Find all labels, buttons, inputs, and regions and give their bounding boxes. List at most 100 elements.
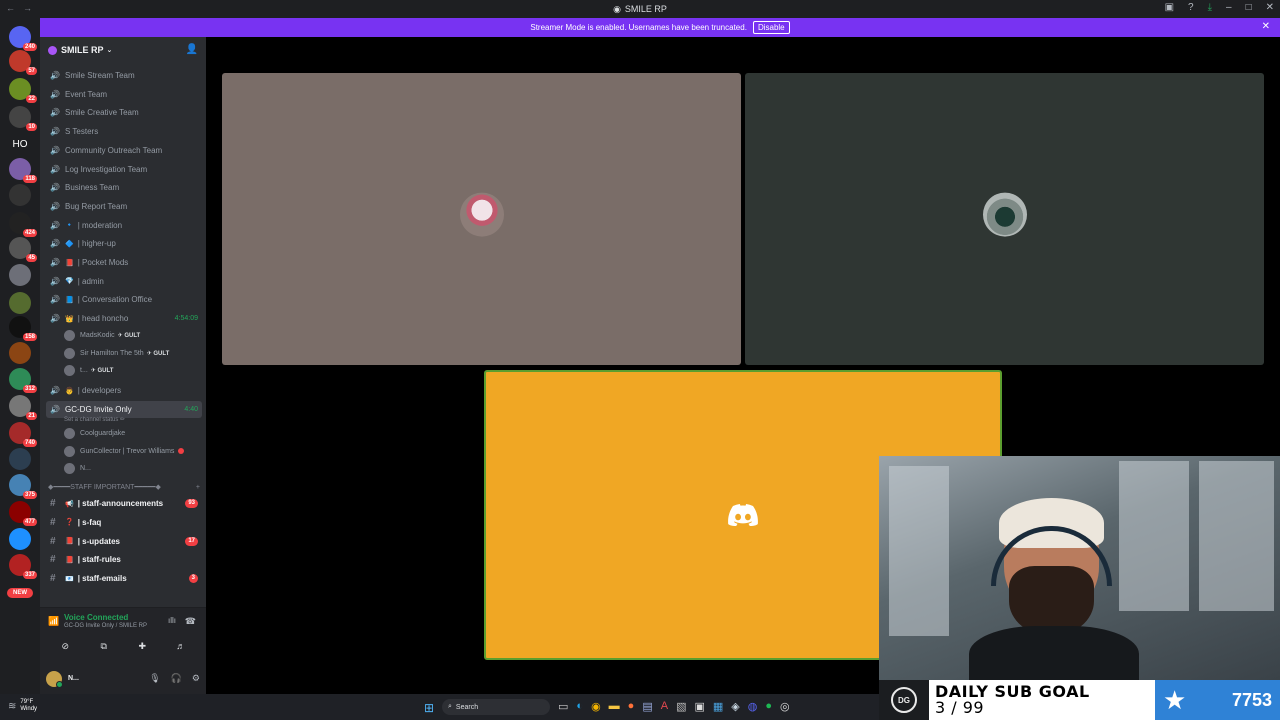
server-icon[interactable]: 240 — [9, 26, 37, 51]
server-icon[interactable]: 337 — [9, 554, 37, 579]
headphones-icon[interactable]: 🎧 — [171, 673, 182, 684]
voice-channel[interactable]: 🔊 🔷 | higher-up — [46, 235, 202, 252]
user-avatar[interactable] — [46, 670, 63, 688]
user-info[interactable]: N... — [68, 675, 79, 682]
voice-member[interactable]: N... — [64, 461, 204, 477]
settings-gear-icon[interactable]: ⚙ — [192, 673, 200, 684]
live-indicator-icon — [178, 448, 185, 455]
voice-channel[interactable]: 🔊 S Testers — [46, 123, 202, 140]
taskbar-search[interactable]: ⌕ Search — [442, 699, 550, 715]
voice-channel[interactable]: 🔊 🔹 | moderation — [46, 217, 202, 234]
windows-taskbar: ≋ 79°F Windy ⊞ ⌕ Search ▭ ◐ ◉ ▬ ● ▤ A ▧ … — [0, 694, 879, 720]
inbox-icon[interactable]: ▣ — [1165, 2, 1174, 13]
server-icon[interactable]: 424 — [9, 212, 37, 237]
firefox-icon[interactable]: ● — [628, 700, 635, 713]
server-icon[interactable]: 45 — [9, 237, 37, 262]
video-tile-1[interactable] — [222, 73, 741, 365]
file-explorer-icon[interactable]: ▬ — [609, 700, 620, 713]
discord-taskbar-icon[interactable]: ◍ — [748, 700, 758, 713]
server-icon[interactable]: 375 — [9, 474, 37, 499]
voice-channel[interactable]: 🔊 💎 | admin — [46, 273, 202, 290]
activities-icon[interactable]: ✚ — [124, 638, 160, 654]
edge-icon[interactable]: ◐ — [576, 700, 583, 713]
chrome-icon[interactable]: ◉ — [591, 700, 601, 713]
task-view-icon[interactable]: ▭ — [558, 700, 568, 713]
voice-member[interactable]: Sir Hamilton The 5th ✈ GULT — [64, 345, 204, 361]
add-channel-icon[interactable]: + — [196, 484, 200, 491]
server-icon[interactable]: 158 — [9, 316, 37, 341]
disconnect-icon[interactable]: ☎ — [185, 616, 196, 627]
back-arrow-icon[interactable]: ← — [6, 3, 15, 13]
voice-member[interactable]: t... ✈ GULT — [64, 363, 204, 379]
voice-channel-path[interactable]: GC-DG Invite Only / SMILE RP — [64, 623, 147, 629]
voice-channel[interactable]: 🔊 📕 | Pocket Mods — [46, 254, 202, 271]
disable-streamer-mode-button[interactable]: Disable — [752, 21, 790, 34]
server-icon-ho[interactable]: HO — [9, 133, 31, 155]
server-icon[interactable]: 477 — [9, 501, 37, 526]
server-header[interactable]: SMILE RP ⌄ 👤 — [40, 37, 206, 63]
text-channel[interactable]: # 📢 | staff-announcements 93 — [46, 495, 202, 512]
app-icon[interactable]: ▧ — [676, 700, 686, 713]
help-icon[interactable]: ? — [1188, 2, 1194, 13]
server-icon[interactable]: 21 — [9, 395, 37, 420]
microphone-icon[interactable]: 🎙 — [149, 673, 160, 684]
server-icon[interactable] — [9, 184, 31, 206]
voice-channel[interactable]: 🔊 Log Investigation Team — [46, 161, 202, 178]
close-banner-icon[interactable]: ✕ — [1262, 21, 1270, 32]
voice-member[interactable]: Coolguardjake — [64, 426, 204, 442]
text-channel[interactable]: # 📕 | s-updates 17 — [46, 533, 202, 550]
screen-share-icon[interactable]: ⧉ — [86, 638, 122, 654]
server-icon[interactable] — [9, 342, 31, 364]
download-icon[interactable]: ⤓ — [1208, 2, 1212, 13]
signal-icon[interactable]: 📶 — [48, 616, 59, 627]
voice-channel[interactable]: 🔊 Event Team — [46, 86, 202, 103]
spotify-icon[interactable]: ● — [765, 700, 772, 713]
voice-channel[interactable]: 🔊 Community Outreach Team — [46, 142, 202, 159]
text-channel[interactable]: # 📧 | staff-emails 3 — [46, 570, 202, 587]
channel-status[interactable]: Set a channel status ✏ — [64, 416, 125, 423]
forward-arrow-icon[interactable]: → — [23, 3, 32, 13]
server-icon[interactable] — [9, 528, 31, 550]
server-icon[interactable] — [9, 448, 31, 470]
server-icon[interactable]: 740 — [9, 422, 37, 447]
soundboard-icon[interactable]: ♬ — [163, 638, 199, 654]
close-window-icon[interactable]: ✕ — [1266, 2, 1274, 13]
photos-icon[interactable]: ▦ — [713, 700, 723, 713]
server-icon[interactable]: 22 — [9, 78, 37, 103]
camera-off-icon[interactable]: ⊘ — [47, 638, 83, 654]
obs-icon[interactable]: ◎ — [780, 700, 790, 713]
terminal-icon[interactable]: ▣ — [694, 700, 704, 713]
voice-channel[interactable]: 🔊 📘 | Conversation Office — [46, 291, 202, 308]
server-icon[interactable]: 57 — [9, 50, 37, 75]
server-icon[interactable]: 10 — [9, 106, 37, 131]
server-icon[interactable]: 118 — [9, 158, 37, 183]
noise-suppression-icon[interactable]: ıllı — [168, 616, 176, 625]
text-channel[interactable]: # ❓ | s-faq — [46, 514, 202, 531]
channel-name: Smile Creative Team — [65, 108, 139, 118]
server-icon[interactable]: 312 — [9, 368, 37, 393]
text-channel[interactable]: # 📕 | staff-rules — [46, 551, 202, 568]
category-staff-important[interactable]: ◆━━━━ STAFF IMPORTANT ━━━━━◆ + — [48, 483, 204, 492]
voice-channel[interactable]: 🔊 👨 | developers — [46, 382, 202, 399]
adobe-icon[interactable]: A — [661, 700, 668, 713]
voice-channel[interactable]: 🔊 Smile Stream Team — [46, 67, 202, 84]
voice-channel[interactable]: 🔊 Bug Report Team — [46, 198, 202, 215]
voice-member[interactable]: MadsKodic ✈ GULT — [64, 328, 204, 344]
mention-badge: 477 — [22, 518, 37, 526]
notepad-icon[interactable]: ▤ — [642, 700, 652, 713]
weather-widget[interactable]: ≋ 79°F Windy — [8, 699, 37, 713]
maximize-icon[interactable]: □ — [1246, 2, 1252, 13]
voice-channel[interactable]: 🔊 Business Team — [46, 179, 202, 196]
voice-channel[interactable]: 🔊 Smile Creative Team — [46, 104, 202, 121]
new-server-badge[interactable]: NEW — [7, 588, 33, 598]
speaker-icon: 🔊 — [50, 386, 60, 396]
voice-member[interactable]: GunCollector | Trevor Williams — [64, 443, 204, 459]
video-tile-2[interactable] — [745, 73, 1264, 365]
server-icon[interactable] — [9, 264, 31, 286]
server-icon[interactable] — [9, 292, 31, 314]
voice-channel[interactable]: 🔊 👑 | head honcho 4:54:09 — [46, 310, 202, 327]
steam-icon[interactable]: ◈ — [731, 700, 739, 713]
minimize-icon[interactable]: – — [1226, 2, 1232, 13]
invite-people-icon[interactable]: 👤 — [186, 44, 198, 55]
windows-start-icon[interactable]: ⊞ — [424, 701, 434, 715]
